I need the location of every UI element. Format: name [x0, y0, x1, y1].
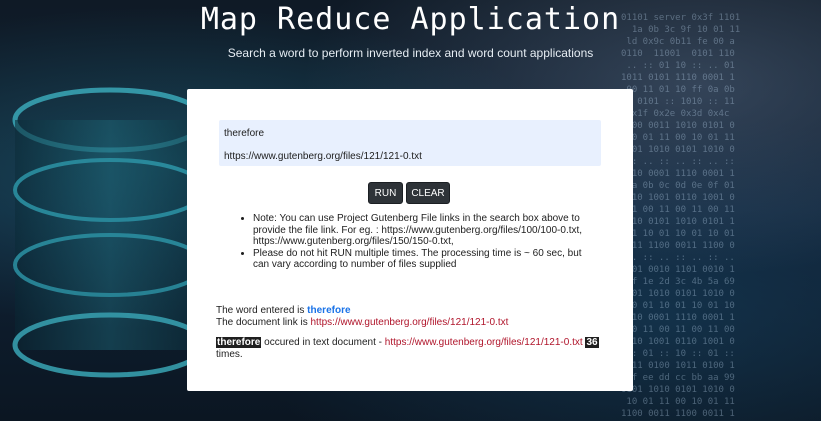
page-title: Map Reduce Application	[200, 2, 621, 37]
main-card: RUN CLEAR Note: You can use Project Gute…	[187, 89, 633, 391]
result-word-prefix: The word entered is	[216, 305, 308, 316]
count-middle-text: occured in text document -	[261, 337, 385, 348]
run-button[interactable]: RUN	[368, 182, 403, 204]
note-item-run-warning: Please do not hit RUN multiple times. Th…	[253, 248, 593, 271]
page-subtitle: Search a word to perform inverted index …	[227, 46, 594, 60]
word-input[interactable]	[224, 126, 594, 140]
result-doc-prefix: The document link is	[216, 317, 311, 328]
result-doc-link[interactable]: https://www.gutenberg.org/files/121/121-…	[311, 317, 509, 328]
count-badge: 36	[585, 337, 599, 348]
result-word: therefore	[307, 305, 351, 316]
note-item-gutenberg: Note: You can use Project Gutenberg File…	[253, 213, 593, 248]
notes-list: Note: You can use Project Gutenberg File…	[240, 213, 593, 271]
count-word-highlight: therefore	[216, 337, 262, 348]
clear-button[interactable]: CLEAR	[406, 182, 450, 204]
file-link-input[interactable]	[224, 149, 594, 163]
result-doc-line: The document link is https://www.gutenbe…	[216, 317, 616, 329]
background-database-graphic	[12, 87, 200, 378]
count-doc-link[interactable]: https://www.gutenberg.org/files/121/121-…	[385, 337, 583, 348]
background-code-pattern: 01101 server 0x3f 1101 1a 0b 3c 9f 10 01…	[621, 13, 741, 419]
count-suffix: times.	[216, 348, 243, 360]
result-word-line: The word entered is therefore	[216, 305, 616, 317]
search-box	[219, 120, 601, 166]
result-count-line: therefore occured in text document - htt…	[216, 337, 616, 360]
